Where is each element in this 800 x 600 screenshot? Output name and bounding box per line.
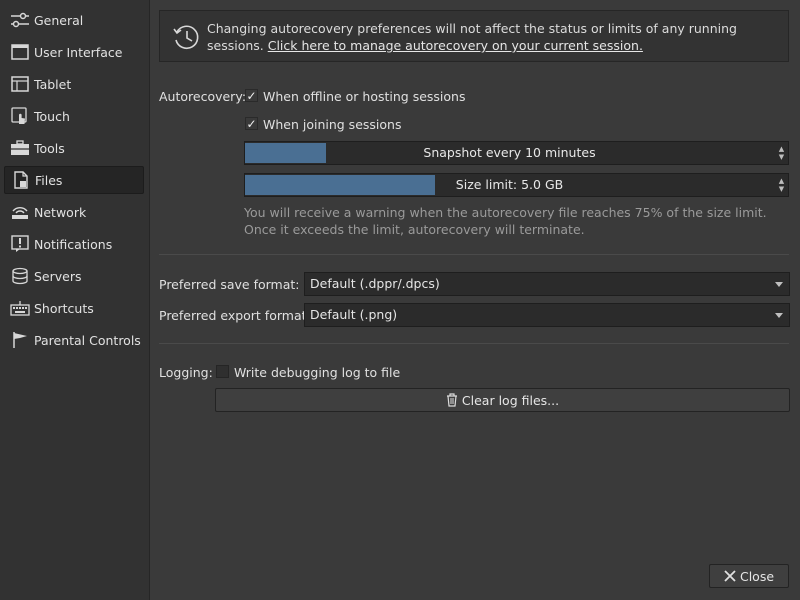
spin-down-icon[interactable]: ▼	[779, 153, 784, 161]
chevron-down-icon	[775, 282, 783, 287]
sidebar: General User Interface Tablet Touch Tool…	[0, 0, 150, 600]
trash-icon	[446, 393, 458, 407]
logging-label: Logging:	[159, 365, 213, 380]
keyboard-icon	[9, 297, 31, 319]
database-icon	[9, 265, 31, 287]
snapshot-interval-text: Snapshot every 10 minutes	[423, 145, 596, 160]
spin-up-icon[interactable]: ▲	[779, 145, 784, 153]
sidebar-item-label: Shortcuts	[34, 300, 94, 316]
close-button-label: Close	[739, 568, 775, 584]
sidebar-item-label: Notifications	[34, 236, 113, 252]
spin-up-icon[interactable]: ▲	[779, 177, 784, 185]
sidebar-item-label: Files	[35, 172, 63, 188]
sidebar-item-network[interactable]: Network	[4, 198, 144, 226]
debug-log-label[interactable]: Write debugging log to file	[234, 365, 400, 380]
files-settings-panel: Changing autorecovery preferences will n…	[150, 0, 800, 600]
save-format-value: Default (.dppr/.dpcs)	[310, 276, 440, 291]
notice-message: Changing autorecovery preferences will n…	[207, 20, 777, 54]
sidebar-item-touch[interactable]: Touch	[4, 102, 144, 130]
sidebar-item-notifications[interactable]: Notifications	[4, 230, 144, 258]
sidebar-item-label: Tablet	[34, 76, 72, 92]
sidebar-item-label: Network	[34, 204, 87, 220]
export-format-value: Default (.png)	[310, 307, 398, 322]
snapshot-interval-slider[interactable]: Snapshot every 10 minutes ▲ ▼	[244, 141, 789, 165]
export-format-dropdown[interactable]: Default (.png)	[304, 303, 790, 327]
window-icon	[9, 41, 31, 63]
sidebar-item-shortcuts[interactable]: Shortcuts	[4, 294, 144, 322]
offline-autorecovery-label[interactable]: When offline or hosting sessions	[263, 89, 466, 104]
sidebar-item-label: Tools	[34, 140, 65, 156]
autorecovery-notice: Changing autorecovery preferences will n…	[159, 10, 789, 62]
offline-autorecovery-checkbox[interactable]: ✓	[245, 89, 258, 102]
snapshot-spin-buttons[interactable]: ▲ ▼	[775, 142, 788, 164]
autorecovery-label: Autorecovery:	[159, 89, 247, 104]
file-icon	[10, 169, 32, 191]
debug-log-checkbox[interactable]	[216, 365, 229, 378]
sliders-icon	[9, 9, 31, 31]
sidebar-item-label: Servers	[34, 268, 82, 284]
save-format-label: Preferred save format:	[159, 277, 300, 292]
clear-log-files-label: Clear log files...	[461, 392, 560, 408]
size-limit-slider[interactable]: Size limit: 5.0 GB ▲ ▼	[244, 173, 789, 197]
network-icon	[9, 201, 31, 223]
section-divider	[159, 254, 789, 255]
save-format-dropdown[interactable]: Default (.dppr/.dpcs)	[304, 272, 790, 296]
notification-icon	[9, 233, 31, 255]
sidebar-item-tools[interactable]: Tools	[4, 134, 144, 162]
clear-log-files-button[interactable]: Clear log files...	[215, 388, 790, 412]
tablet-icon	[9, 73, 31, 95]
sidebar-item-servers[interactable]: Servers	[4, 262, 144, 290]
sidebar-item-user-interface[interactable]: User Interface	[4, 38, 144, 66]
sidebar-item-tablet[interactable]: Tablet	[4, 70, 144, 98]
joining-autorecovery-label[interactable]: When joining sessions	[263, 117, 401, 132]
manage-autorecovery-link[interactable]: Click here to manage autorecovery on you…	[268, 38, 643, 53]
sidebar-item-label: Touch	[34, 108, 70, 124]
size-limit-text: Size limit: 5.0 GB	[455, 177, 564, 192]
export-format-label: Preferred export format:	[159, 308, 311, 323]
close-icon	[724, 570, 736, 582]
spin-down-icon[interactable]: ▼	[779, 185, 784, 193]
sidebar-item-label: User Interface	[34, 44, 123, 60]
sidebar-item-label: Parental Controls	[34, 332, 141, 348]
history-clock-icon	[172, 23, 200, 54]
chevron-down-icon	[775, 313, 783, 318]
sidebar-item-files[interactable]: Files	[4, 166, 144, 194]
section-divider	[159, 343, 789, 344]
size-limit-hint: You will receive a warning when the auto…	[244, 205, 767, 237]
toolbox-icon	[9, 137, 31, 159]
sidebar-item-label: General	[34, 12, 84, 28]
touch-icon	[9, 105, 31, 127]
flag-icon	[9, 329, 31, 351]
sidebar-item-general[interactable]: General	[4, 6, 144, 34]
joining-autorecovery-checkbox[interactable]: ✓	[245, 117, 258, 130]
size-spin-buttons[interactable]: ▲ ▼	[775, 174, 788, 196]
close-button[interactable]: Close	[709, 564, 789, 588]
sidebar-item-parental-controls[interactable]: Parental Controls	[4, 326, 144, 354]
